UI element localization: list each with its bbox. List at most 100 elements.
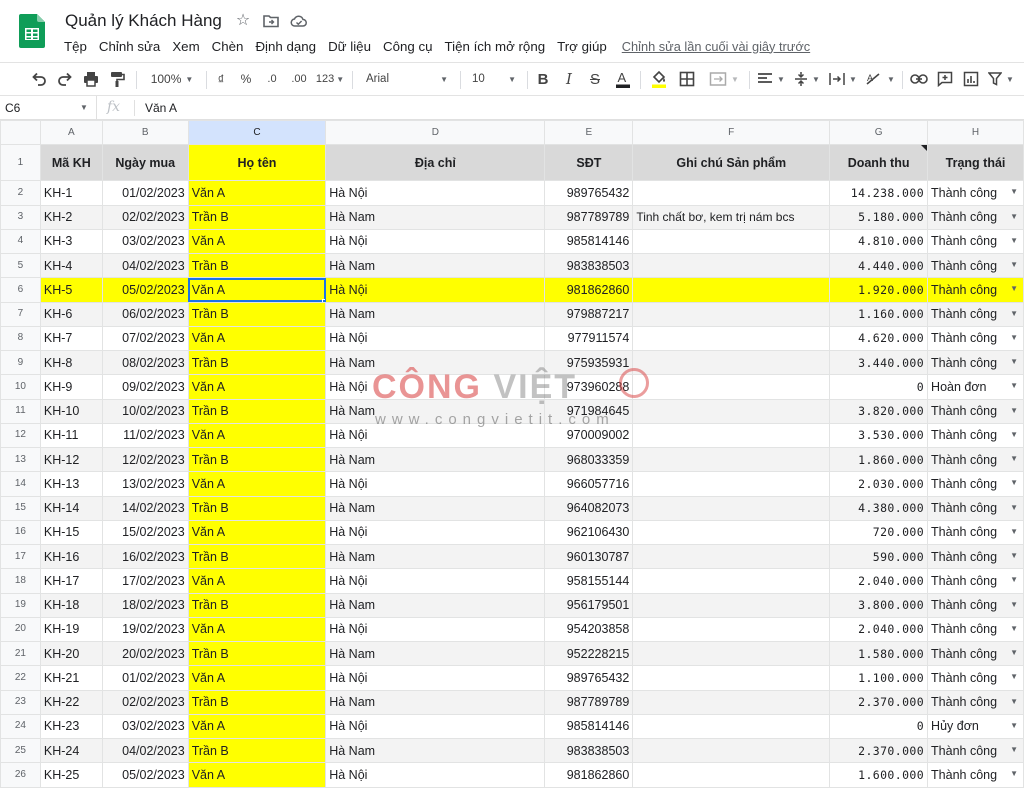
cell-address[interactable]: Hà Nội xyxy=(325,713,546,740)
cell-product-note[interactable] xyxy=(632,325,831,352)
text-color-icon[interactable]: A xyxy=(612,68,634,90)
fill-handle[interactable] xyxy=(322,298,325,301)
star-icon[interactable]: ☆ xyxy=(234,12,252,30)
header-cell-doanh-thu[interactable]: Doanh thu xyxy=(829,144,929,182)
cell-phone[interactable]: 971984645 xyxy=(544,398,634,424)
text-wrap-icon[interactable]: ▼ xyxy=(827,68,859,90)
row-header[interactable]: 25 xyxy=(0,737,41,764)
cell-purchase-date[interactable]: 04/02/2023 xyxy=(101,252,189,279)
cell-status[interactable]: Thành công ▼ xyxy=(927,471,1024,497)
cell-customer-id[interactable]: KH-7 xyxy=(39,325,103,352)
menu-tools[interactable]: Công cụ xyxy=(377,38,439,55)
header-cell-dia-chi[interactable]: Địa chỉ xyxy=(325,144,546,182)
cell-phone[interactable]: 985814146 xyxy=(544,713,634,740)
cell-customer-name[interactable]: Trần B xyxy=(187,592,327,618)
cell-address[interactable]: Hà Nam xyxy=(325,349,546,376)
cell-customer-id[interactable]: KH-19 xyxy=(39,616,103,643)
cell-revenue[interactable]: 2.370.000 xyxy=(829,737,929,764)
cell-phone[interactable]: 966057716 xyxy=(544,471,634,497)
cell-purchase-date[interactable]: 03/02/2023 xyxy=(101,713,189,740)
cell-status[interactable]: Hoàn đơn ▼ xyxy=(927,374,1024,400)
cell-revenue[interactable]: 0 xyxy=(829,713,929,740)
row-header[interactable]: 17 xyxy=(0,543,41,570)
cell-phone[interactable]: 987789789 xyxy=(544,204,634,230)
cell-purchase-date[interactable]: 09/02/2023 xyxy=(101,374,189,400)
cell-customer-name[interactable]: Trần B xyxy=(187,495,327,521)
row-header[interactable]: 16 xyxy=(0,519,41,546)
cell-customer-name[interactable]: Trần B xyxy=(187,689,327,715)
cell-purchase-date[interactable]: 19/02/2023 xyxy=(101,616,189,643)
cell-address[interactable]: Hà Nam xyxy=(325,543,546,570)
cell-revenue[interactable]: 720.000 xyxy=(829,519,929,546)
cell-customer-id[interactable]: KH-6 xyxy=(39,301,103,327)
status-dropdown-icon[interactable]: ▼ xyxy=(1010,618,1018,639)
row-header[interactable]: 9 xyxy=(0,349,41,376)
cell-product-note[interactable] xyxy=(632,640,831,667)
cell-phone[interactable]: 964082073 xyxy=(544,495,634,521)
cell-customer-name[interactable]: Văn A xyxy=(187,665,327,691)
cell-revenue[interactable]: 1.160.000 xyxy=(829,301,929,327)
cell-product-note[interactable] xyxy=(632,689,831,715)
cell-customer-name[interactable]: Trần B xyxy=(187,737,327,764)
cell-address[interactable]: Hà Nội xyxy=(325,616,546,643)
cell-purchase-date[interactable]: 16/02/2023 xyxy=(101,543,189,570)
cell-purchase-date[interactable]: 05/02/2023 xyxy=(101,277,189,303)
cell-phone[interactable]: 983838503 xyxy=(544,252,634,279)
cell-status[interactable]: Hủy đơn ▼ xyxy=(927,713,1024,740)
row-header[interactable]: 21 xyxy=(0,640,41,667)
column-header-a[interactable]: A xyxy=(39,120,103,146)
row-header[interactable]: 3 xyxy=(0,204,41,230)
cell-address[interactable]: Hà Nam xyxy=(325,495,546,521)
cell-product-note[interactable] xyxy=(632,301,831,327)
cell-status[interactable]: Thành công ▼ xyxy=(927,204,1024,230)
status-dropdown-icon[interactable]: ▼ xyxy=(1010,546,1018,567)
cell-status[interactable]: Thành công ▼ xyxy=(927,665,1024,691)
cell-address[interactable]: Hà Nam xyxy=(325,398,546,424)
cell-status[interactable]: Thành công ▼ xyxy=(927,568,1024,594)
cell-address[interactable]: Hà Nội xyxy=(325,228,546,255)
status-dropdown-icon[interactable]: ▼ xyxy=(1010,473,1018,494)
status-dropdown-icon[interactable]: ▼ xyxy=(1010,521,1018,542)
insert-chart-icon[interactable] xyxy=(960,68,982,90)
cell-customer-id[interactable]: KH-24 xyxy=(39,737,103,764)
cell-purchase-date[interactable]: 03/02/2023 xyxy=(101,228,189,255)
cell-product-note[interactable] xyxy=(632,374,831,400)
cell-product-note[interactable] xyxy=(632,422,831,449)
cell-status[interactable]: Thành công ▼ xyxy=(927,349,1024,376)
cell-revenue[interactable]: 590.000 xyxy=(829,543,929,570)
zoom-select[interactable]: 100% ▼ xyxy=(146,68,198,90)
cell-revenue[interactable]: 0 xyxy=(829,374,929,400)
status-dropdown-icon[interactable]: ▼ xyxy=(1010,594,1018,615)
status-dropdown-icon[interactable]: ▼ xyxy=(1010,497,1018,518)
cell-product-note[interactable] xyxy=(632,180,831,206)
row-header[interactable]: 19 xyxy=(0,592,41,618)
status-dropdown-icon[interactable]: ▼ xyxy=(1010,691,1018,712)
cell-customer-name[interactable]: Văn A xyxy=(187,325,327,352)
status-dropdown-icon[interactable]: ▼ xyxy=(1010,643,1018,664)
italic-icon[interactable]: I xyxy=(559,68,579,90)
cell-customer-name[interactable]: Văn A xyxy=(187,422,327,449)
cell-customer-id[interactable]: KH-20 xyxy=(39,640,103,667)
row-header[interactable]: 12 xyxy=(0,422,41,449)
cell-customer-id[interactable]: KH-23 xyxy=(39,713,103,740)
cloud-status-icon[interactable] xyxy=(290,12,308,30)
cell-customer-name[interactable]: Văn A xyxy=(187,713,327,740)
row-header[interactable]: 26 xyxy=(0,762,41,788)
row-header[interactable]: 2 xyxy=(0,180,41,206)
cell-status[interactable]: Thành công ▼ xyxy=(927,762,1024,788)
cell-product-note[interactable] xyxy=(632,737,831,764)
status-dropdown-icon[interactable]: ▼ xyxy=(1010,279,1018,300)
cell-product-note[interactable] xyxy=(632,446,831,473)
column-header-c[interactable]: C xyxy=(187,120,327,146)
status-dropdown-icon[interactable]: ▼ xyxy=(1010,449,1018,470)
last-edit-link[interactable]: Chỉnh sửa lần cuối vài giây trước xyxy=(622,39,810,54)
cell-customer-name[interactable]: Trần B xyxy=(187,640,327,667)
status-dropdown-icon[interactable]: ▼ xyxy=(1010,715,1018,736)
column-header-b[interactable]: B xyxy=(101,120,189,146)
cell-product-note[interactable] xyxy=(632,543,831,570)
text-rotation-icon[interactable]: A ▼ xyxy=(863,68,897,90)
cell-address[interactable]: Hà Nội xyxy=(325,422,546,449)
cell-purchase-date[interactable]: 04/02/2023 xyxy=(101,737,189,764)
cell-product-note[interactable] xyxy=(632,592,831,618)
cell-status[interactable]: Thành công ▼ xyxy=(927,592,1024,618)
